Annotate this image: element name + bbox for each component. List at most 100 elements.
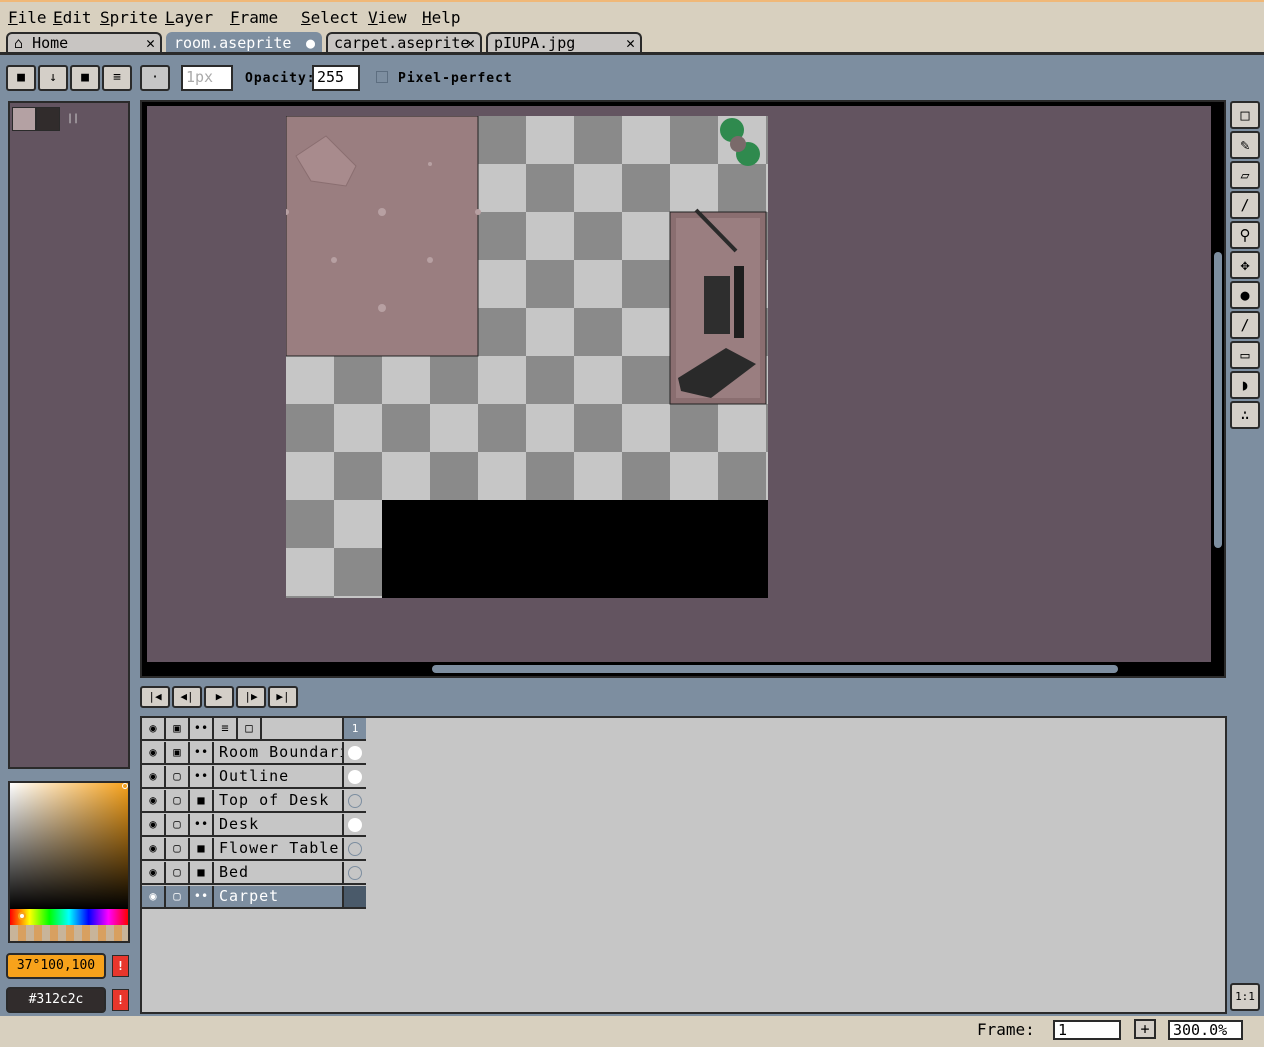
unlock-icon[interactable]: ▢ — [166, 766, 190, 789]
modified-dot-icon[interactable]: ● — [306, 34, 315, 52]
foreground-color-button[interactable]: 37°100,100 — [6, 953, 106, 979]
last-frame-icon[interactable]: ▶| — [268, 686, 298, 708]
close-icon[interactable]: ✕ — [146, 34, 155, 52]
sprite-editor[interactable] — [140, 100, 1226, 678]
tab-piupa[interactable]: pIUPA.jpg ✕ — [486, 32, 642, 54]
color-picker[interactable] — [8, 781, 130, 943]
warning-icon[interactable]: ! — [112, 989, 129, 1011]
contour-icon[interactable]: ◗ — [1230, 371, 1260, 399]
sprite-canvas[interactable] — [286, 116, 768, 598]
layer-name[interactable]: Top of Desk — [214, 790, 342, 813]
link-icon[interactable]: •• — [190, 886, 214, 909]
zoom-field[interactable]: 300.0% — [1168, 1020, 1243, 1040]
eye-icon[interactable]: ◉ — [142, 862, 166, 885]
padlock-icon[interactable]: ▣ — [166, 718, 190, 741]
layer-name[interactable]: Bed — [214, 862, 342, 885]
layer-row[interactable]: ◉ ▢ •• Carpet — [142, 886, 366, 910]
canvas-area[interactable] — [147, 106, 1211, 662]
one-to-one-button[interactable]: 1:1 — [1230, 983, 1260, 1011]
hue-slider[interactable] — [10, 909, 128, 925]
menu-edit[interactable]: Edit — [53, 8, 92, 27]
layer-name[interactable]: Desk — [214, 814, 342, 837]
menu-help[interactable]: Help — [422, 8, 461, 27]
menu-lines-icon[interactable]: ≡ — [102, 65, 132, 91]
eye-icon[interactable]: ◉ — [142, 742, 166, 765]
previous-frame-icon[interactable]: ◀| — [172, 686, 202, 708]
brush-size-field[interactable]: 1px — [181, 65, 233, 91]
cel[interactable] — [342, 766, 366, 789]
layer-row[interactable]: ◉ ▢ ■ Flower Table — [142, 838, 366, 862]
folder-icon[interactable]: ■ — [190, 838, 214, 861]
pencil-icon[interactable]: ✎ — [1230, 131, 1260, 159]
pixel-perfect-checkbox[interactable] — [376, 71, 388, 83]
square-brush-icon[interactable]: ■ — [70, 65, 100, 91]
warning-icon[interactable]: ! — [112, 955, 129, 977]
unlock-icon[interactable]: ▢ — [166, 838, 190, 861]
cel[interactable] — [342, 790, 366, 813]
layer-tree-icon[interactable]: ≡ — [214, 718, 238, 741]
frame-field[interactable]: 1 — [1053, 1020, 1121, 1040]
eye-icon[interactable]: ◉ — [142, 766, 166, 789]
palette-swatch[interactable] — [12, 107, 36, 131]
eyedropper-icon[interactable]: ∕ — [1230, 191, 1260, 219]
layer-name[interactable]: Outline — [214, 766, 342, 789]
paint-bucket-icon[interactable]: ● — [1230, 281, 1260, 309]
menu-file[interactable]: File — [8, 8, 47, 27]
unlock-icon[interactable]: ▢ — [166, 862, 190, 885]
layer-row[interactable]: ◉▣••Room Boundaries — [142, 742, 366, 766]
brush-preview-icon[interactable]: · — [140, 65, 170, 91]
next-frame-icon[interactable]: |▶ — [236, 686, 266, 708]
close-icon[interactable]: ✕ — [626, 34, 635, 52]
eye-icon[interactable]: ◉ — [142, 790, 166, 813]
rectangle-icon[interactable]: ▭ — [1230, 341, 1260, 369]
palette-resize-handle[interactable]: || — [67, 113, 79, 124]
menu-frame[interactable]: Frame — [230, 8, 278, 27]
layer-name[interactable]: Carpet — [214, 886, 342, 909]
tab-room[interactable]: room.aseprite ● — [166, 32, 322, 54]
tab-home[interactable]: ⌂ Home ✕ — [6, 32, 162, 54]
eye-icon[interactable]: ◉ — [142, 886, 166, 909]
folder-icon[interactable]: ■ — [190, 862, 214, 885]
saturation-value-box[interactable] — [10, 783, 128, 909]
link-icon[interactable]: •• — [190, 814, 214, 837]
line-icon[interactable]: ∕ — [1230, 311, 1260, 339]
layer-name[interactable]: Flower Table — [214, 838, 342, 861]
layer-row[interactable]: ◉ ▢ ■ Bed — [142, 862, 366, 886]
unlock-icon[interactable]: ▢ — [166, 814, 190, 837]
play-icon[interactable]: ▶ — [204, 686, 234, 708]
alpha-slider[interactable] — [10, 925, 128, 941]
link-icon[interactable]: •• — [190, 742, 214, 765]
eraser-icon[interactable]: ▱ — [1230, 161, 1260, 189]
menu-select[interactable]: Select — [301, 8, 359, 27]
menu-layer[interactable]: Layer — [165, 8, 213, 27]
layer-row[interactable]: ◉ ▢ •• Outline — [142, 766, 366, 790]
cel[interactable] — [342, 886, 366, 909]
move-icon[interactable]: ✥ — [1230, 251, 1260, 279]
lock-icon[interactable]: ■ — [6, 65, 36, 91]
hue-cursor[interactable] — [18, 912, 26, 920]
rectangular-marquee-icon[interactable]: □ — [1230, 101, 1260, 129]
layer-name[interactable]: Room Boundaries — [214, 742, 342, 765]
vertical-scrollbar[interactable] — [1214, 252, 1222, 548]
layer-row[interactable]: ◉ ▢ •• Desk — [142, 814, 366, 838]
cel[interactable] — [342, 742, 366, 765]
add-frame-button[interactable]: + — [1134, 1019, 1156, 1039]
menu-view[interactable]: View — [368, 8, 407, 27]
first-frame-icon[interactable]: |◀ — [140, 686, 170, 708]
opacity-field[interactable]: 255 — [312, 65, 360, 91]
unlock-icon[interactable]: ▢ — [166, 790, 190, 813]
background-color-button[interactable]: #312c2c — [6, 987, 106, 1013]
eye-icon[interactable]: ◉ — [142, 718, 166, 741]
palette-swatch[interactable] — [36, 107, 60, 131]
menu-sprite[interactable]: Sprite — [100, 8, 158, 27]
eye-icon[interactable]: ◉ — [142, 814, 166, 837]
cel[interactable] — [342, 862, 366, 885]
tab-carpet[interactable]: carpet.aseprite ✕ — [326, 32, 482, 54]
lock-icon[interactable]: ▣ — [166, 742, 190, 765]
cel[interactable] — [342, 814, 366, 837]
spray-icon[interactable]: ∴ — [1230, 401, 1260, 429]
folder-icon[interactable]: ■ — [190, 790, 214, 813]
cel[interactable] — [342, 838, 366, 861]
zoom-icon[interactable]: ⚲ — [1230, 221, 1260, 249]
link-icon[interactable]: •• — [190, 766, 214, 789]
